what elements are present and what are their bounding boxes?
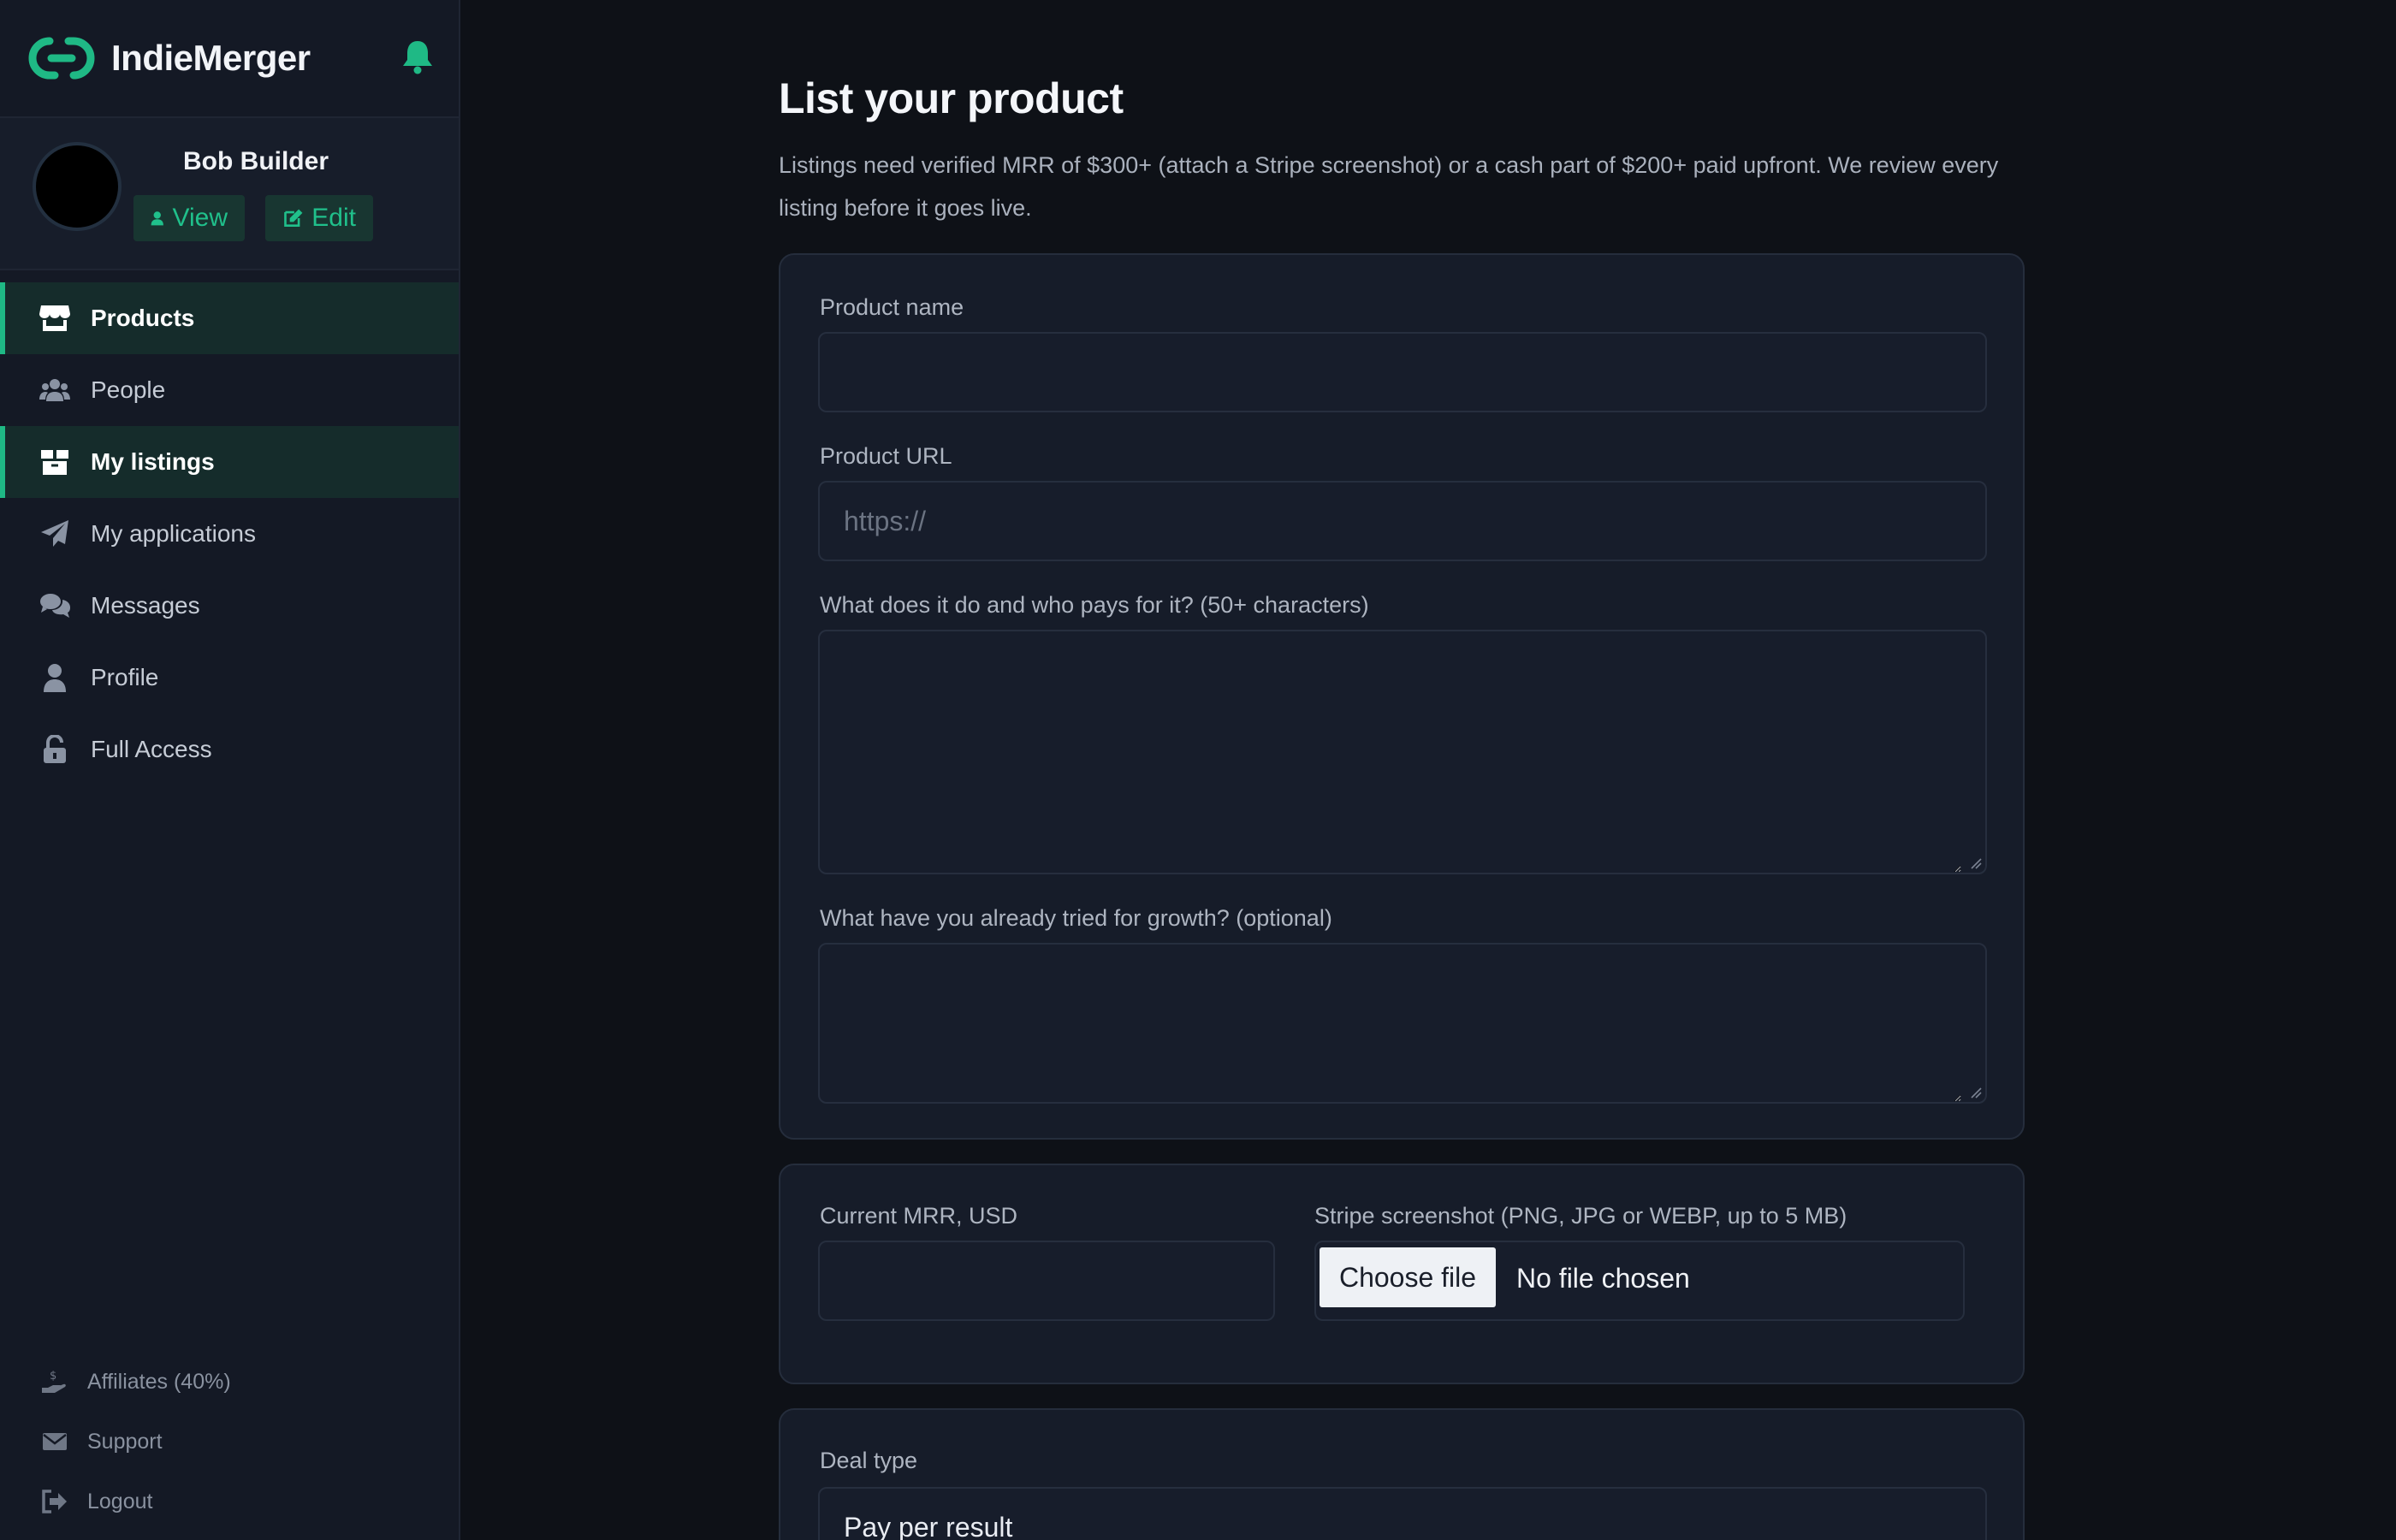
hand-dollar-icon: $ xyxy=(42,1370,66,1393)
stripe-label: Stripe screenshot (PNG, JPG or WEBP, up … xyxy=(1314,1203,1847,1229)
description-textarea[interactable] xyxy=(844,631,1961,873)
support-label: Support xyxy=(87,1429,163,1454)
product-name-label: Product name xyxy=(820,294,964,320)
choose-file-button[interactable]: Choose file xyxy=(1320,1247,1496,1307)
affiliates-label: Affiliates (40%) xyxy=(87,1369,231,1394)
product-url-input[interactable] xyxy=(844,483,1961,560)
nav-item-products[interactable]: Products xyxy=(0,282,459,354)
user-card: Bob Builder View Edit xyxy=(0,116,459,270)
edit-label: Edit xyxy=(311,204,356,232)
brand[interactable]: IndieMerger xyxy=(0,0,459,116)
nav-label: Profile xyxy=(91,664,159,690)
nav-label: My listings xyxy=(91,448,215,475)
nav-item-my-listings[interactable]: My listings xyxy=(0,426,459,498)
edit-profile-button[interactable]: Edit xyxy=(265,195,373,241)
nav-item-profile[interactable]: Profile xyxy=(0,642,459,714)
description-label: What does it do and who pays for it? (50… xyxy=(820,592,1369,618)
growth-label: What have you already tried for growth? … xyxy=(820,905,1332,931)
nav-item-full-access[interactable]: Full Access xyxy=(0,714,459,785)
edit-icon xyxy=(284,209,303,227)
mrr-input[interactable] xyxy=(844,1242,1249,1319)
nav-item-messages[interactable]: Messages xyxy=(0,570,459,642)
store-icon xyxy=(39,305,70,331)
mrr-field[interactable] xyxy=(818,1241,1275,1321)
logo-icon xyxy=(28,37,95,80)
file-status: No file chosen xyxy=(1516,1263,1690,1294)
product-url-field[interactable] xyxy=(818,481,1987,561)
affiliates-link[interactable]: $ Affiliates (40%) xyxy=(0,1352,459,1412)
nav-item-people[interactable]: People xyxy=(0,354,459,426)
nav-label: Full Access xyxy=(91,736,212,762)
svg-text:$: $ xyxy=(50,1370,56,1383)
view-label: View xyxy=(172,204,228,232)
deal-type-value: Pay per result xyxy=(844,1511,1013,1540)
description-field[interactable] xyxy=(818,630,1987,874)
mrr-label: Current MRR, USD xyxy=(820,1203,1018,1229)
nav-label: My applications xyxy=(91,520,256,547)
logout-label: Logout xyxy=(87,1489,153,1513)
avatar[interactable] xyxy=(33,142,122,231)
paper-plane-icon xyxy=(41,520,68,547)
growth-field[interactable] xyxy=(818,943,1987,1104)
box-icon xyxy=(41,450,68,475)
main-nav: Products People My listings My applicati… xyxy=(0,282,459,785)
product-details-card: Product name Product URL What does it do… xyxy=(779,253,2025,1140)
product-name-input[interactable] xyxy=(844,334,1961,411)
comments-icon xyxy=(40,594,70,618)
footer-nav: $ Affiliates (40%) Support Logout xyxy=(0,1352,459,1531)
sidebar: IndieMerger Bob Builder View Edit Produc… xyxy=(0,0,460,1540)
resize-handle-icon[interactable] xyxy=(1970,857,1982,869)
user-icon xyxy=(151,211,163,226)
users-icon xyxy=(39,379,70,401)
product-name-field[interactable] xyxy=(818,332,1987,412)
growth-textarea[interactable] xyxy=(844,945,1961,1102)
page-title: List your product xyxy=(779,74,1124,122)
resize-handle-icon[interactable] xyxy=(1970,1087,1982,1099)
deal-type-label: Deal type xyxy=(820,1448,918,1473)
logout-link[interactable]: Logout xyxy=(0,1472,459,1531)
nav-item-my-applications[interactable]: My applications xyxy=(0,498,459,570)
nav-label: People xyxy=(91,376,166,403)
product-url-label: Product URL xyxy=(820,443,952,469)
bell-icon[interactable] xyxy=(400,38,435,75)
nav-label: Messages xyxy=(91,592,200,619)
page-description: Listings need verified MRR of $300+ (att… xyxy=(779,152,1999,221)
user-name: Bob Builder xyxy=(183,147,329,175)
revenue-card: Current MRR, USD Stripe screenshot (PNG,… xyxy=(779,1164,2025,1384)
deal-type-select[interactable]: Pay per result xyxy=(818,1487,1987,1540)
brand-name: IndieMerger xyxy=(111,38,311,78)
nav-label: Products xyxy=(91,305,195,331)
view-profile-button[interactable]: View xyxy=(133,195,245,241)
user-icon xyxy=(44,664,66,692)
envelope-icon xyxy=(43,1433,67,1450)
unlock-icon xyxy=(44,735,66,763)
logout-icon xyxy=(42,1490,67,1513)
support-link[interactable]: Support xyxy=(0,1412,459,1472)
deal-type-card: Deal type Pay per result xyxy=(779,1408,2025,1540)
